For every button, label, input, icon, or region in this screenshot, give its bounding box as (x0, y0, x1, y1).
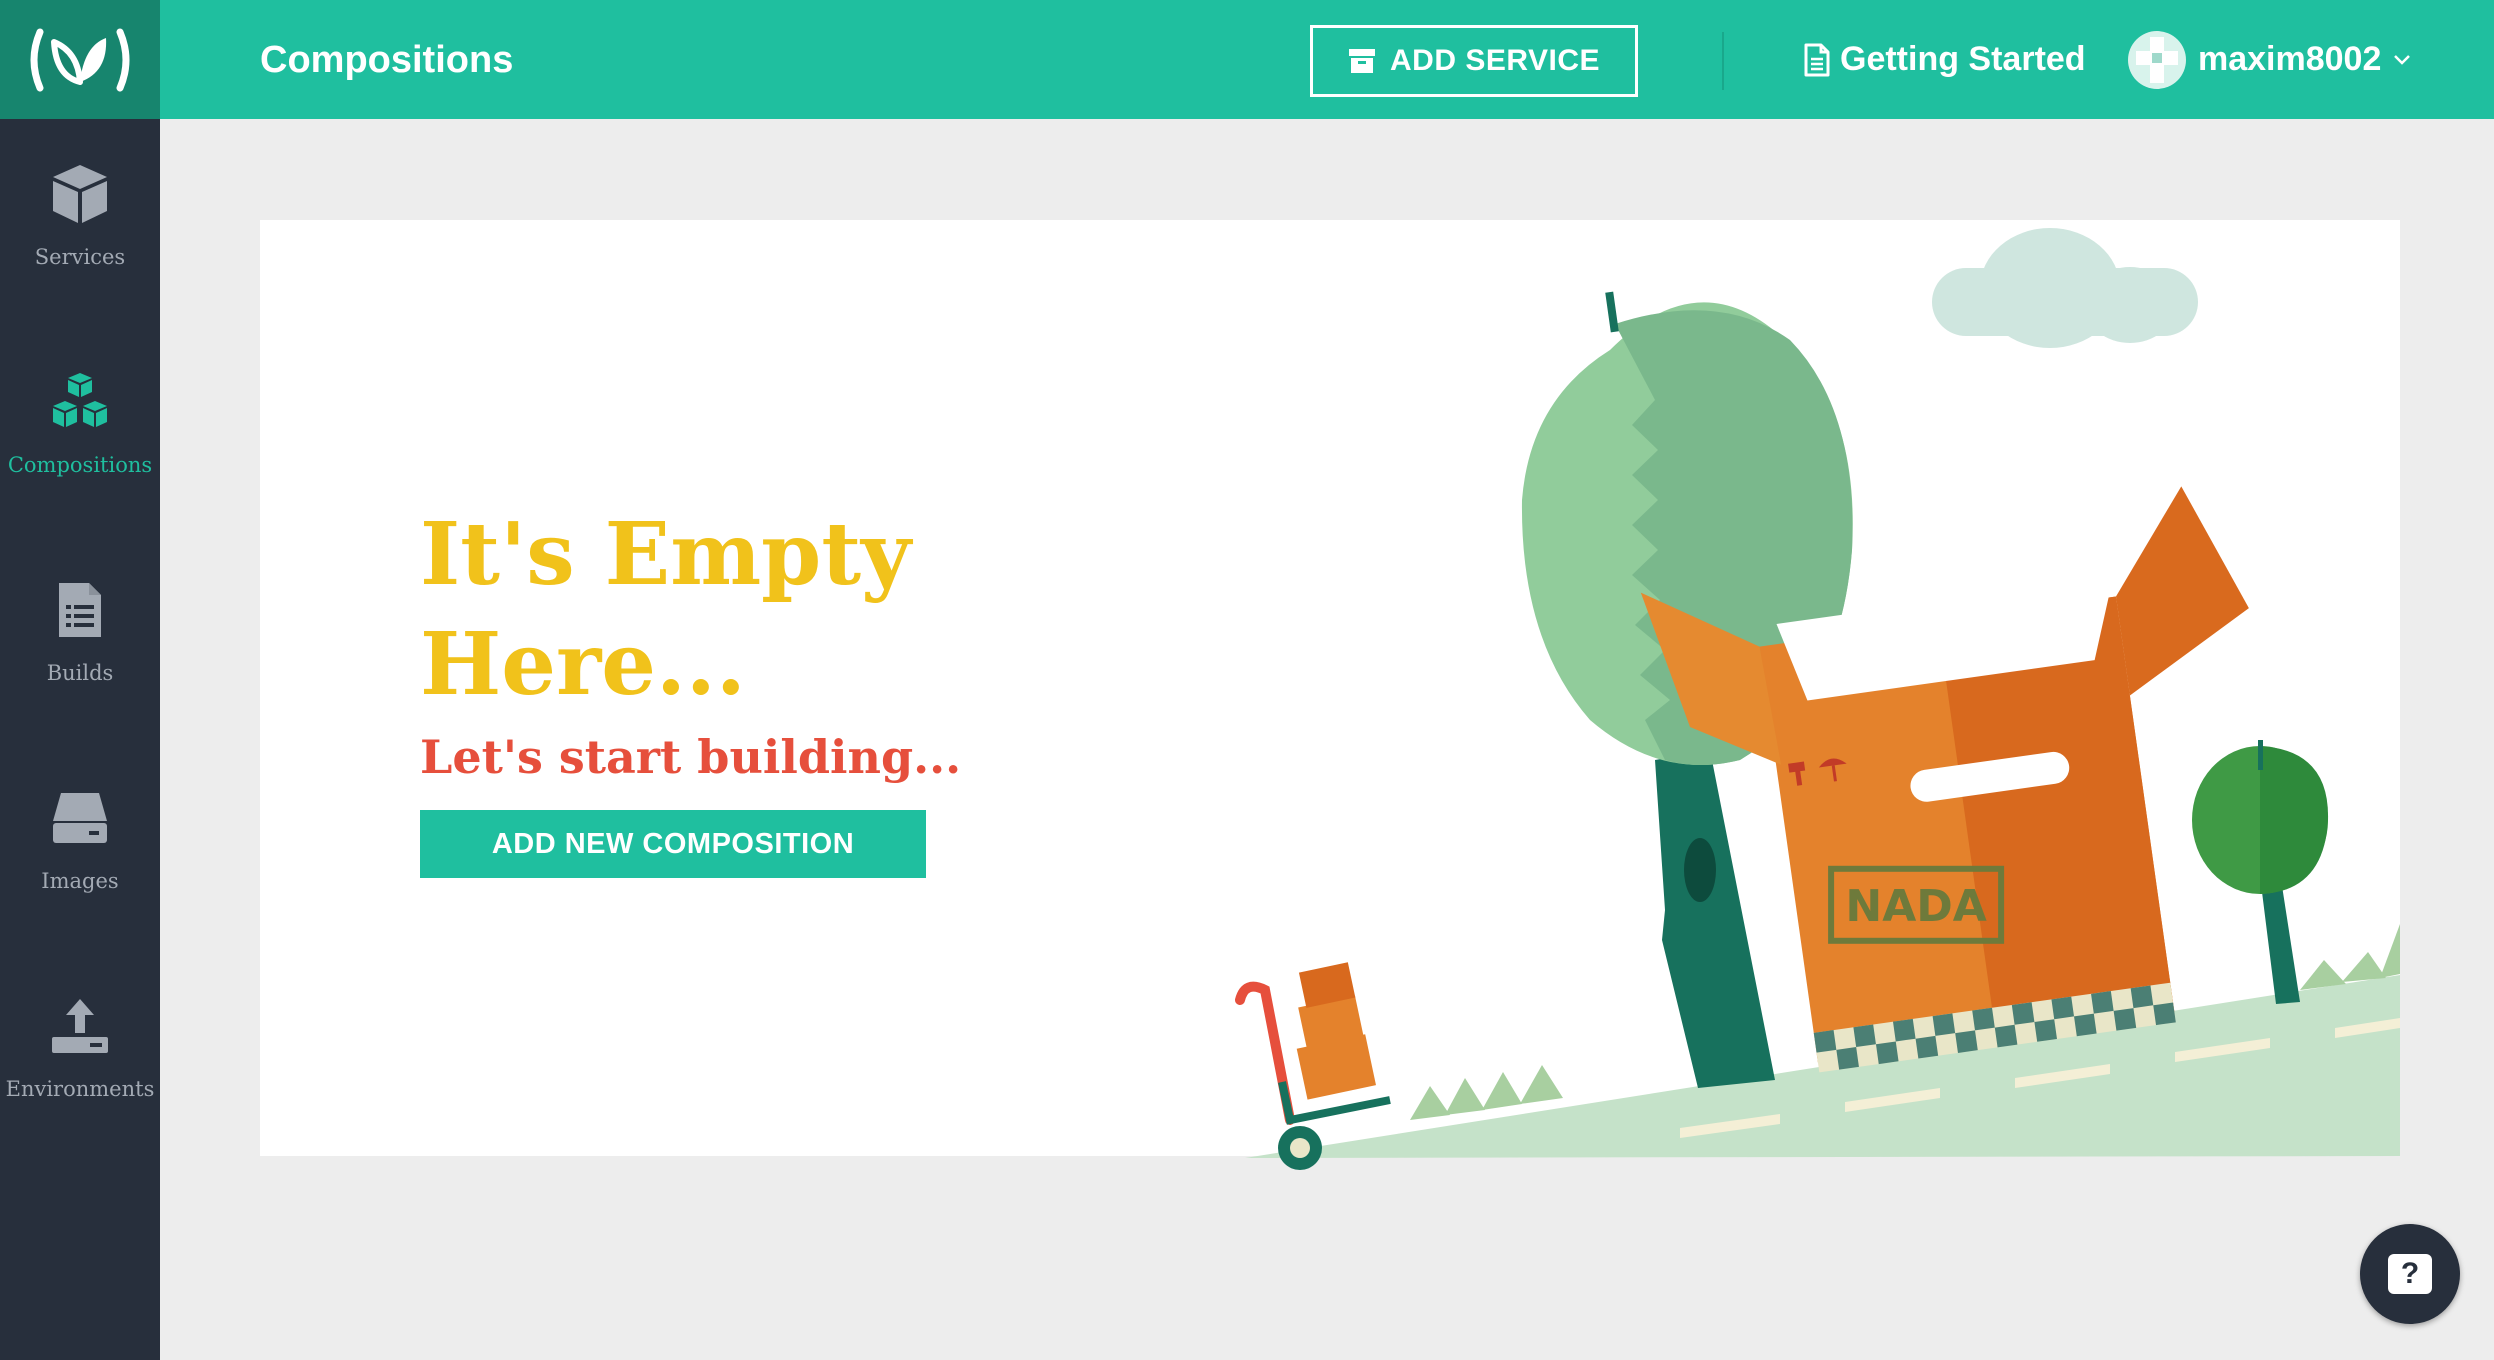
sidebar-item-label: Services (34, 245, 126, 269)
small-tree (2192, 740, 2329, 1004)
document-icon (1804, 43, 1830, 76)
sidebar-item-images[interactable]: Images (0, 743, 160, 943)
help-label: ? (2400, 1257, 2420, 1290)
cloud-illustration (1932, 228, 2198, 348)
username: maxim8002 (2198, 40, 2382, 78)
user-menu[interactable]: maxim8002 (2128, 0, 2411, 119)
getting-started-label: Getting Started (1840, 40, 2086, 78)
cube-icon (53, 165, 107, 223)
page-title: Compositions (260, 39, 514, 81)
sidebar-item-compositions[interactable]: Compositions (0, 327, 160, 527)
add-service-button[interactable]: ADD SERVICE (1310, 25, 1638, 97)
upload-icon (52, 999, 108, 1053)
sidebar-item-label: Environments (5, 1077, 155, 1101)
avatar (2128, 30, 2186, 89)
logo[interactable] (0, 0, 160, 119)
cubes-icon (53, 373, 107, 427)
top-bar: Compositions ADD SERVICE Getting Started (0, 0, 2494, 119)
archive-icon (1349, 49, 1375, 73)
sidebar: Services Compositions Builds Images Envi… (0, 119, 160, 1360)
sidebar-item-builds[interactable]: Builds (0, 535, 160, 735)
empty-state-card: It's Empty Here... Let's start building.… (260, 220, 2400, 1170)
sidebar-item-environments[interactable]: Environments (0, 951, 160, 1151)
nada-stamp-text: NADA (1845, 881, 1986, 932)
header-divider (1722, 32, 1724, 90)
hard-drive-icon (53, 793, 107, 843)
leaf-logo-icon (30, 28, 130, 92)
sidebar-item-label: Compositions (7, 453, 153, 477)
tree-trunk (1655, 750, 1775, 1088)
help-chat-icon: ? (2388, 1254, 2432, 1294)
sidebar-item-label: Builds (46, 661, 114, 685)
getting-started-link[interactable]: Getting Started (1804, 0, 2086, 119)
document-list-icon (59, 583, 101, 637)
sidebar-item-services[interactable]: Services (0, 119, 160, 319)
empty-state-illustration: NADA (1235, 228, 2400, 1170)
add-service-label: ADD SERVICE (1390, 44, 1600, 77)
chevron-down-icon (2394, 54, 2411, 65)
help-button[interactable]: ? (2360, 1224, 2460, 1324)
sidebar-item-label: Images (41, 869, 119, 893)
